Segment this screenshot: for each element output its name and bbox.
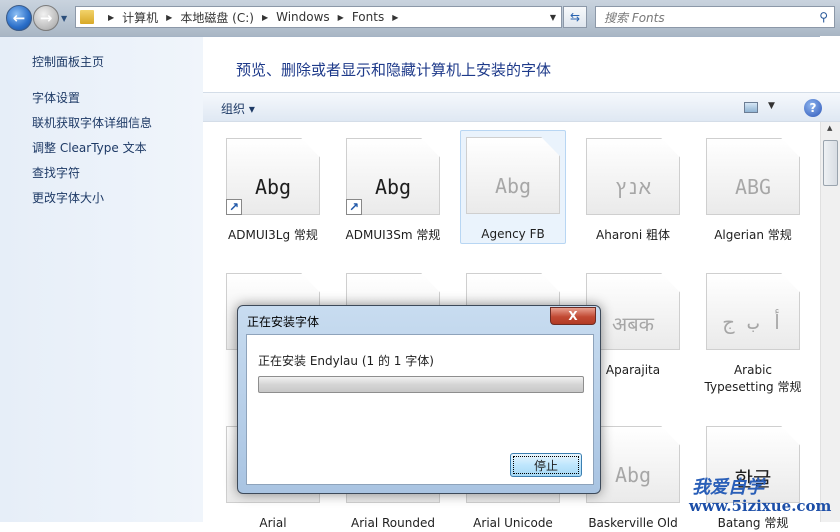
breadcrumb-local-disk[interactable]: 本地磁盘 (C:) (180, 9, 254, 26)
font-name: Baskerville Old (588, 516, 678, 530)
back-button[interactable]: ← (6, 5, 32, 31)
font-item[interactable]: Abg ↗ ADMUI3Sm 常规 (340, 132, 446, 244)
font-item[interactable]: Abg Agency FB (460, 130, 566, 244)
watermark-title: 我爱自学 (692, 477, 764, 498)
sidebar-item-adjust-cleartype[interactable]: 调整 ClearType 文本 (32, 139, 147, 156)
font-preview-glyph: ABG (734, 175, 772, 199)
watermark: 我爱自学 www.5izixue.com (689, 473, 831, 515)
address-bar[interactable]: ▶ 计算机 ▶ 本地磁盘 (C:) ▶ Windows ▶ Fonts ▶ ▼ (75, 6, 562, 28)
font-name: Agency FB (481, 227, 545, 241)
sidebar-item-find-character[interactable]: 查找字符 (32, 164, 80, 181)
installing-fonts-dialog: 正在安装字体 X 正在安装 Endylau (1 的 1 字体) 停止 (237, 305, 601, 494)
view-dropdown-icon[interactable]: ▼ (768, 101, 775, 111)
font-name: Algerian 常规 (714, 228, 792, 242)
breadcrumb-windows[interactable]: Windows (276, 10, 330, 24)
font-file-icon: אנץ (586, 138, 680, 215)
sidebar-item-change-font-size[interactable]: 更改字体大小 (32, 189, 104, 206)
font-preview-glyph: أ ب ج (722, 310, 784, 334)
search-input[interactable]: 搜索 Fonts ⚲ (595, 6, 835, 28)
font-file-icon: Abg (466, 137, 560, 214)
scroll-up-icon[interactable]: ▲ (827, 124, 832, 132)
font-item[interactable]: Abg ↗ ADMUI3Lg 常规 (220, 132, 326, 244)
organize-menu-button[interactable]: 组织 ▾ (221, 100, 255, 117)
page-title: 预览、删除或者显示和隐藏计算机上安装的字体 (236, 61, 552, 79)
chevron-right-icon[interactable]: ▶ (166, 13, 172, 22)
font-name: ADMUI3Lg 常规 (228, 228, 318, 242)
close-button[interactable]: X (550, 307, 596, 325)
font-name: Aharoni 粗体 (596, 228, 670, 242)
scrollbar-thumb[interactable] (823, 140, 838, 186)
breadcrumb-computer[interactable]: 计算机 (122, 9, 158, 26)
font-name: Arial Unicode (473, 516, 553, 530)
navigation-bar: ← → ▼ ▶ 计算机 ▶ 本地磁盘 (C:) ▶ Windows ▶ Font… (0, 0, 840, 36)
fonts-folder-icon (80, 10, 94, 24)
forward-button[interactable]: → (33, 5, 59, 31)
chevron-right-icon[interactable]: ▶ (262, 13, 268, 22)
breadcrumb-fonts[interactable]: Fonts (352, 10, 384, 24)
dialog-body: 正在安装 Endylau (1 的 1 字体) 停止 (246, 334, 594, 485)
font-preview-glyph: Abg (254, 175, 292, 199)
stop-button[interactable]: 停止 (510, 453, 582, 477)
font-file-icon: ABG (706, 138, 800, 215)
font-preview-glyph: Abg (494, 174, 532, 198)
watermark-url: www.5izixue.com (689, 497, 832, 515)
sidebar: 控制面板主页 字体设置 联机获取字体详细信息 调整 ClearType 文本 查… (0, 36, 203, 522)
refresh-button[interactable]: ⇆ (563, 6, 587, 28)
font-item[interactable]: ABG Algerian 常规 (700, 132, 806, 244)
shortcut-arrow-icon: ↗ (226, 199, 242, 215)
font-name: Arabic Typesetting 常规 (704, 363, 802, 394)
sidebar-item-control-panel-home[interactable]: 控制面板主页 (32, 53, 104, 70)
refresh-icon: ⇆ (569, 10, 581, 24)
font-file-icon: أ ب ج (706, 273, 800, 350)
search-placeholder: 搜索 Fonts (604, 10, 665, 25)
sidebar-item-get-font-info-online[interactable]: 联机获取字体详细信息 (32, 114, 152, 131)
sidebar-item-font-settings[interactable]: 字体设置 (32, 89, 80, 106)
font-item[interactable]: אנץ Aharoni 粗体 (580, 132, 686, 244)
font-name: ADMUI3Sm 常规 (345, 228, 441, 242)
dialog-title: 正在安装字体 (247, 315, 320, 329)
chevron-right-icon[interactable]: ▶ (338, 13, 344, 22)
search-icon[interactable]: ⚲ (819, 10, 828, 24)
font-item[interactable]: أ ب ج Arabic Typesetting 常规 (700, 267, 806, 396)
address-dropdown-icon[interactable]: ▼ (550, 13, 556, 22)
install-progress-bar (258, 376, 584, 393)
chevron-right-icon[interactable]: ▶ (392, 13, 398, 22)
font-name: Arial Rounded (351, 516, 435, 530)
font-name: Arial (259, 516, 287, 530)
font-preview-glyph: Abg (374, 175, 412, 199)
change-view-icon[interactable] (744, 102, 758, 113)
help-button[interactable]: ? (804, 99, 822, 117)
toolbar: 组织 ▾ ▼ ? (203, 92, 840, 122)
install-status-text: 正在安装 Endylau (1 的 1 字体) (258, 354, 434, 368)
shortcut-arrow-icon: ↗ (346, 199, 362, 215)
font-preview-glyph: אנץ (614, 175, 651, 199)
vertical-scrollbar[interactable]: ▲ (820, 122, 840, 522)
font-name: Batang 常规 (717, 516, 789, 530)
chevron-right-icon[interactable]: ▶ (108, 13, 114, 22)
history-dropdown-icon[interactable]: ▼ (61, 14, 67, 23)
